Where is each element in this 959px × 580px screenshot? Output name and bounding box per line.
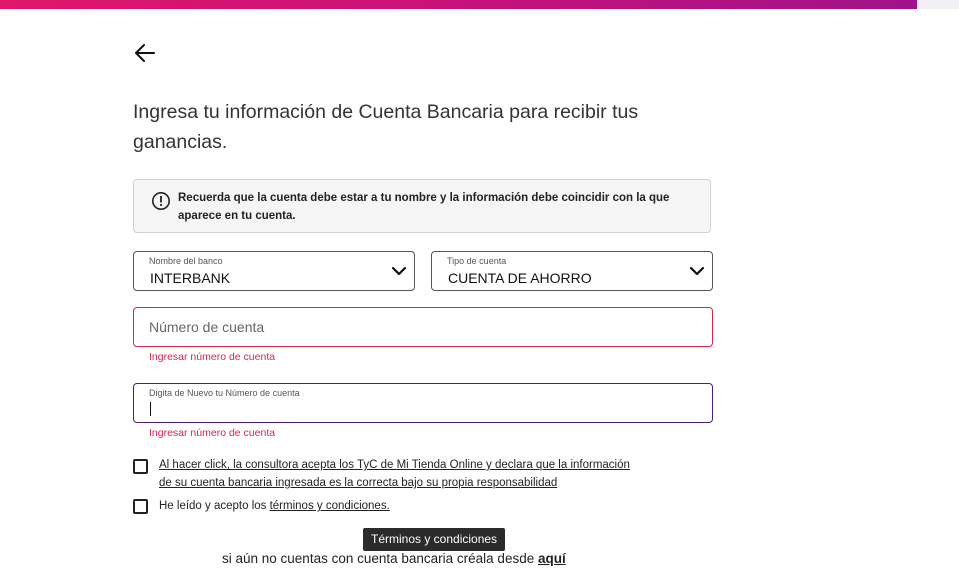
account-number-confirm-label: Digita de Nuevo tu Número de cuenta bbox=[149, 388, 300, 398]
info-circle-icon bbox=[151, 191, 171, 211]
account-type-select[interactable]: Tipo de cuenta CUENTA DE AHORRO bbox=[431, 251, 713, 291]
consent-responsibility-text[interactable]: Al hacer click, la consultora acepta los… bbox=[159, 456, 630, 492]
terms-text: He leído y acepto los términos y condici… bbox=[159, 497, 390, 515]
bank-name-value: INTERBANK bbox=[150, 270, 231, 286]
account-type-value: CUENTA DE AHORRO bbox=[448, 270, 592, 286]
notice-text: Recuerda que la cuenta debe estar a tu n… bbox=[178, 192, 670, 222]
account-number-error: Ingresar número de cuenta bbox=[149, 351, 276, 363]
account-number-confirm-error: Ingresar número de cuenta bbox=[149, 427, 276, 439]
brand-accent-bar bbox=[0, 0, 917, 9]
back-arrow-icon[interactable] bbox=[133, 41, 157, 65]
info-notice: Recuerda que la cuenta debe estar a tu n… bbox=[133, 179, 711, 233]
terms-tooltip: Términos y condiciones bbox=[363, 528, 506, 551]
text-cursor bbox=[150, 402, 151, 416]
chevron-down-icon bbox=[688, 262, 706, 280]
bank-name-label: Nombre del banco bbox=[149, 256, 223, 266]
account-number-input[interactable]: Número de cuenta bbox=[133, 307, 713, 347]
chevron-down-icon bbox=[390, 262, 408, 280]
account-number-confirm-input[interactable]: Digita de Nuevo tu Número de cuenta bbox=[133, 383, 713, 423]
bank-name-select[interactable]: Nombre del banco INTERBANK bbox=[133, 251, 415, 291]
consent-line-2[interactable]: de su cuenta bancaria ingresada es la co… bbox=[159, 477, 557, 489]
create-account-link[interactable]: aquí bbox=[538, 551, 566, 566]
consent-responsibility-checkbox[interactable] bbox=[133, 459, 148, 474]
accent-bar-track bbox=[917, 0, 959, 9]
terms-prefix: He leído y acepto los bbox=[159, 500, 270, 512]
account-number-placeholder: Número de cuenta bbox=[149, 319, 265, 335]
footer-message: si aún no cuentas con cuenta bancaria cr… bbox=[222, 551, 538, 566]
page-title: Ingresa tu información de Cuenta Bancari… bbox=[133, 101, 639, 153]
consent-line-1[interactable]: Al hacer click, la consultora acepta los… bbox=[159, 459, 630, 471]
account-type-label: Tipo de cuenta bbox=[447, 256, 507, 266]
terms-checkbox[interactable] bbox=[133, 499, 148, 514]
footer-text: si aún no cuentas con cuenta bancaria cr… bbox=[222, 551, 566, 566]
terms-link[interactable]: términos y condiciones. bbox=[270, 500, 390, 512]
